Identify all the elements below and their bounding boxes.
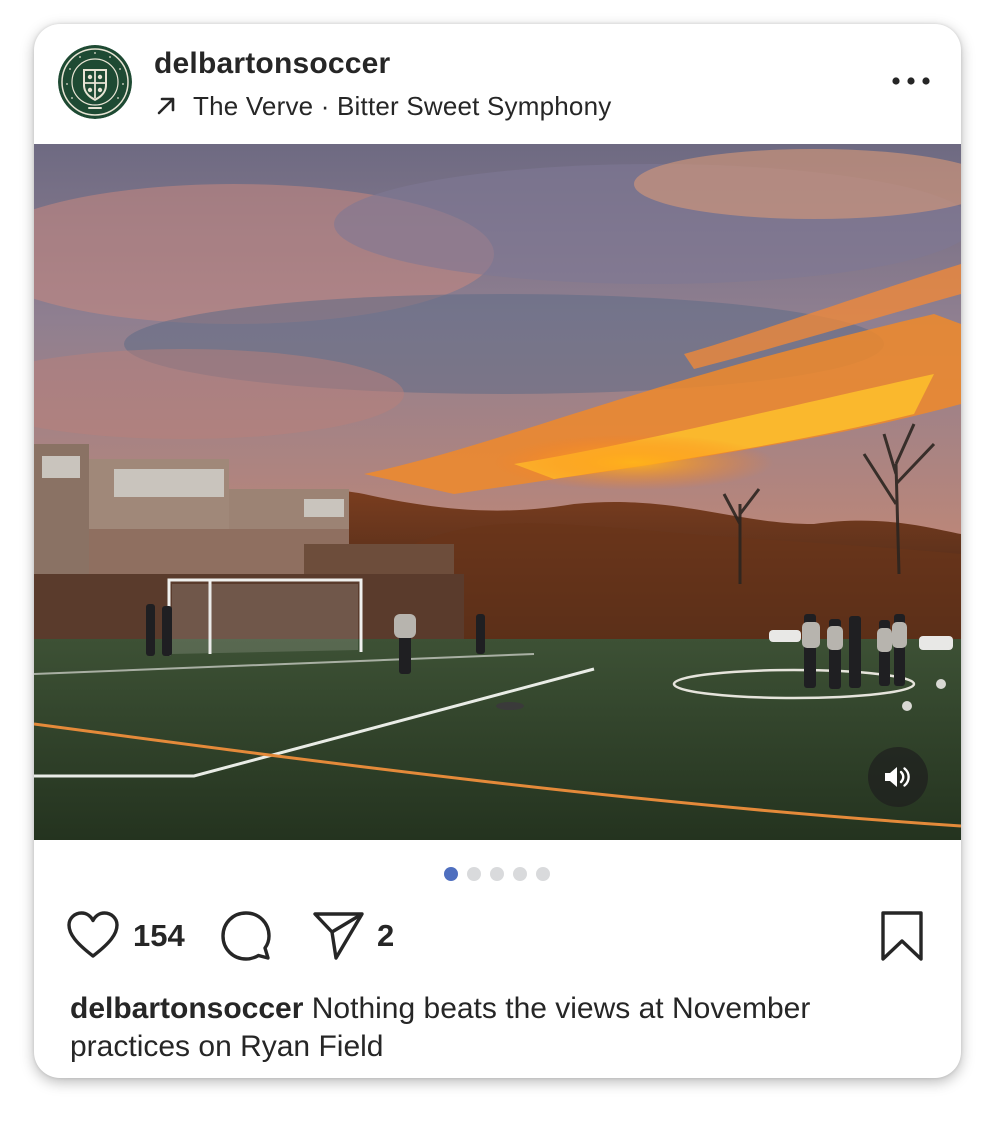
carousel-dot <box>490 867 504 881</box>
speaker-icon <box>885 767 910 787</box>
heart-icon <box>67 911 119 958</box>
like-button[interactable] <box>66 910 120 965</box>
save-button[interactable] <box>879 910 925 967</box>
more-options-button[interactable] <box>889 72 933 90</box>
like-count[interactable]: 154 <box>133 918 185 954</box>
school-crest-logo <box>58 45 132 119</box>
audio-attribution[interactable]: The Verve · Bitter Sweet Symphony <box>155 90 611 122</box>
send-icon <box>313 912 364 960</box>
post-username[interactable]: delbartonsoccer <box>154 47 390 81</box>
share-button[interactable] <box>312 910 366 967</box>
comment-button[interactable] <box>220 910 272 967</box>
arrow-up-right-icon <box>155 95 177 117</box>
post-card: delbartonsoccer The Verve · Bitter Sweet… <box>34 24 961 1078</box>
carousel-indicator <box>444 867 550 881</box>
sunset-soccer-field-photo <box>34 144 961 840</box>
bookmark-icon <box>881 911 923 961</box>
share-count[interactable]: 2 <box>377 918 394 954</box>
more-horizontal-icon <box>892 77 930 85</box>
carousel-dot <box>513 867 527 881</box>
post-media[interactable] <box>34 144 961 840</box>
comment-icon <box>221 911 271 961</box>
sound-toggle-button[interactable] <box>868 747 928 807</box>
post-caption: delbartonsoccer Nothing beats the views … <box>70 990 930 1066</box>
post-header: delbartonsoccer The Verve · Bitter Sweet… <box>34 24 961 144</box>
carousel-dot-active <box>444 867 458 881</box>
carousel-dot <box>467 867 481 881</box>
avatar[interactable] <box>58 45 132 119</box>
caption-username[interactable]: delbartonsoccer <box>70 992 303 1025</box>
audio-track-label: The Verve · Bitter Sweet Symphony <box>193 90 612 121</box>
action-bar: 154 2 <box>34 904 961 968</box>
carousel-dot <box>536 867 550 881</box>
